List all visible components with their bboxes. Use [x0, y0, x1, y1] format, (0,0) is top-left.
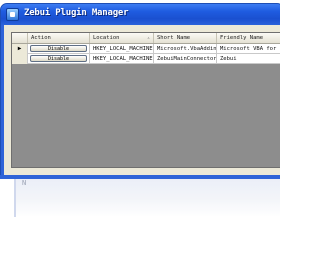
column-header-friendly-name[interactable]: Friendly Name: [217, 33, 280, 43]
window-client-area: Action Location ▵ Short Name Friendly Na…: [4, 25, 280, 176]
action-cell: Disable: [28, 44, 90, 54]
friendly-name-cell[interactable]: Microsoft VBA for ...: [217, 44, 280, 54]
window-title: Zebui Plugin Manager: [24, 8, 129, 18]
location-cell[interactable]: HKEY_LOCAL_MACHINE: [90, 44, 154, 54]
table-row[interactable]: ▶ Disable HKEY_LOCAL_MACHINE Microsoft.V…: [12, 44, 280, 54]
grid-header: Action Location ▵ Short Name Friendly Na…: [12, 33, 280, 44]
table-row[interactable]: Disable HKEY_LOCAL_MACHINE ZebuiMainConn…: [12, 54, 280, 64]
disable-button[interactable]: Disable: [30, 55, 87, 62]
title-bar[interactable]: Zebui Plugin Manager: [1, 4, 280, 25]
column-header-action[interactable]: Action: [28, 33, 90, 43]
plugin-grid: Action Location ▵ Short Name Friendly Na…: [11, 32, 280, 168]
disable-button[interactable]: Disable: [30, 45, 87, 52]
friendly-name-cell[interactable]: Zebui: [217, 54, 280, 64]
row-selector[interactable]: [12, 54, 28, 64]
current-row-pointer-icon: ▶: [17, 45, 22, 52]
column-header-short-name[interactable]: Short Name: [154, 33, 217, 43]
short-name-cell[interactable]: ZebuiMainConnector...: [154, 54, 217, 64]
action-cell: Disable: [28, 54, 90, 64]
sort-indicator-icon: ▵: [146, 35, 150, 41]
column-header-location[interactable]: Location ▵: [90, 33, 154, 43]
row-selector[interactable]: ▶: [12, 44, 28, 54]
window-reflection: N: [14, 179, 280, 217]
short-name-cell[interactable]: Microsoft.VbaAddin...: [154, 44, 217, 54]
plugin-manager-window: Zebui Plugin Manager Action Location ▵ S…: [0, 3, 280, 177]
reflection-glyph: N: [22, 179, 27, 187]
screenshot-stage: Zebui Plugin Manager Action Location ▵ S…: [0, 0, 280, 270]
app-icon: [6, 8, 19, 21]
row-header-corner: [12, 33, 28, 43]
location-cell[interactable]: HKEY_LOCAL_MACHINE: [90, 54, 154, 64]
column-header-location-label: Location: [93, 35, 120, 41]
